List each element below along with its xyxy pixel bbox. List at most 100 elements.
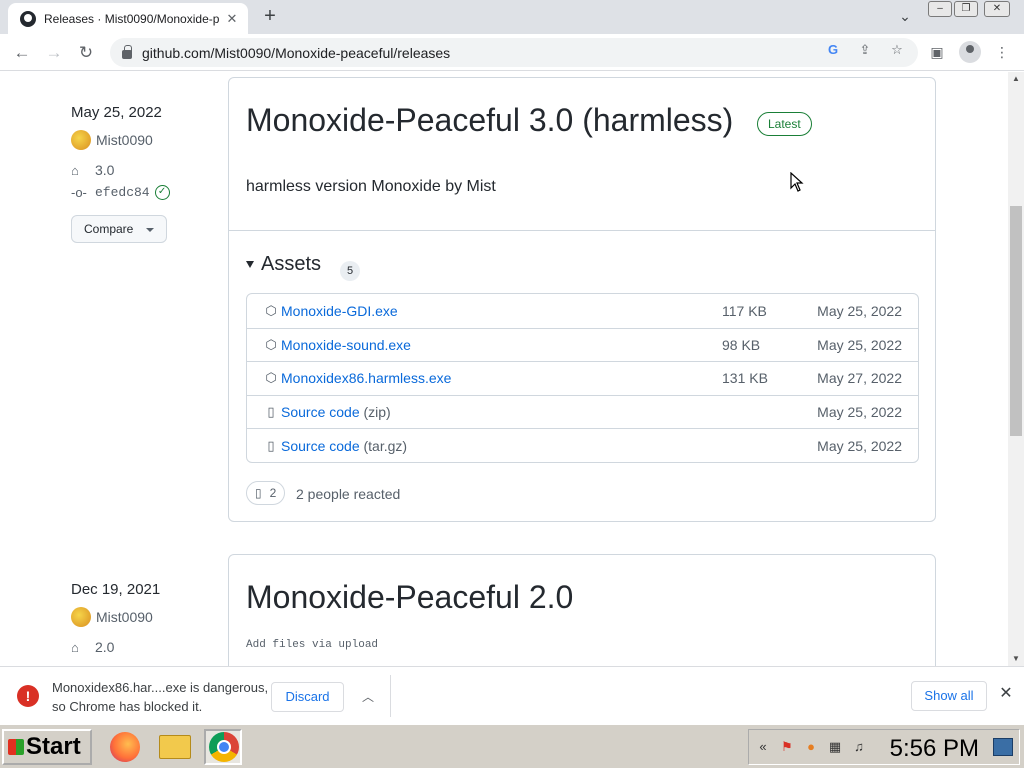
- download-bar: ! Monoxidex86.har....exe is dangerous, s…: [0, 666, 1024, 724]
- show-desktop-icon[interactable]: [993, 738, 1013, 756]
- package-icon: ⬡: [265, 336, 277, 352]
- asset-date: May 25, 2022: [817, 404, 902, 421]
- release-title[interactable]: Monoxide-Peaceful 2.0: [246, 579, 573, 616]
- assets-toggle[interactable]: Assets: [246, 253, 321, 276]
- compare-label: Compare: [84, 222, 134, 236]
- tag-icon: ⌂: [71, 163, 79, 178]
- forward-arrow-icon[interactable]: →: [41, 40, 67, 66]
- security-warning-icon[interactable]: ⚑: [777, 737, 797, 757]
- verified-check-icon: ✓: [154, 184, 170, 200]
- restore-window-button[interactable]: ❐: [954, 1, 978, 17]
- menu-kebab-icon[interactable]: ⋮: [992, 42, 1012, 62]
- close-window-button[interactable]: ✕: [984, 1, 1010, 17]
- url-text: github.com/Mist0090/Monoxide-peaceful/re…: [142, 44, 451, 61]
- download-warning-line1: Monoxidex86.har....exe is dangerous,: [52, 680, 269, 695]
- profile-avatar-icon[interactable]: [959, 41, 981, 63]
- reaction-count: 2: [269, 486, 277, 500]
- asset-row: ▯ Source code (tar.gz) May 25, 2022: [247, 428, 918, 462]
- release-date: Dec 19, 2021: [71, 581, 161, 598]
- taskbar: Start « ⚑ ● ▦ ♫ 5:56 PM: [0, 724, 1024, 768]
- author-name[interactable]: Mist0090: [96, 609, 153, 625]
- asset-link[interactable]: Source code (zip): [281, 404, 391, 420]
- lock-icon: [122, 45, 132, 59]
- package-icon: ⬡: [265, 302, 277, 318]
- reload-icon[interactable]: ↻: [73, 40, 99, 66]
- page-viewport: May 25, 2022 Mist0090 ⌂ 3.0 -o- efedc84 …: [0, 72, 1008, 666]
- network-icon[interactable]: ▦: [825, 737, 845, 757]
- asset-link[interactable]: Monoxidex86.harmless.exe: [281, 370, 451, 386]
- start-label: Start: [26, 733, 81, 760]
- assets-count-badge: 5: [340, 261, 360, 281]
- release-sidebar: May 25, 2022 Mist0090 ⌂ 3.0 -o- efedc84 …: [71, 104, 170, 203]
- scroll-up-icon[interactable]: ▲: [1008, 72, 1024, 86]
- page-scrollbar[interactable]: ▲ ▼: [1008, 72, 1024, 666]
- author-name[interactable]: Mist0090: [96, 132, 153, 148]
- warning-icon: !: [17, 685, 39, 707]
- scrollbar-thumb[interactable]: [1010, 206, 1022, 436]
- tag-icon: ⌂: [71, 640, 79, 655]
- bookmark-star-icon[interactable]: ☆: [888, 41, 906, 59]
- browser-tab[interactable]: Releases · Mist0090/Monoxide-p ✕: [8, 3, 248, 34]
- divider: [390, 675, 391, 717]
- share-icon[interactable]: ⇪: [856, 41, 874, 59]
- assets-list: ⬡ Monoxide-GDI.exe 117 KB May 25, 2022 ⬡…: [246, 293, 919, 463]
- avatar: [71, 130, 91, 150]
- google-translate-icon[interactable]: G: [824, 41, 842, 59]
- release-tag[interactable]: ⌂ 2.0: [71, 636, 160, 658]
- asset-size: 131 KB: [722, 370, 768, 387]
- asset-size: 98 KB: [722, 336, 761, 353]
- side-panel-icon[interactable]: ▣: [927, 42, 947, 62]
- asset-date: May 25, 2022: [817, 302, 902, 319]
- asset-size: 117 KB: [722, 302, 767, 319]
- chrome-taskbar-button[interactable]: [204, 729, 242, 765]
- avast-icon[interactable]: ●: [801, 737, 821, 757]
- show-all-button[interactable]: Show all: [911, 681, 987, 711]
- asset-link[interactable]: Source code (tar.gz): [281, 438, 407, 454]
- tag-name[interactable]: 2.0: [95, 639, 114, 655]
- explorer-taskbar-button[interactable]: [156, 729, 194, 765]
- start-button[interactable]: Start: [2, 729, 92, 765]
- release-author[interactable]: Mist0090: [71, 606, 160, 628]
- volume-icon[interactable]: ♫: [849, 737, 869, 757]
- triangle-down-icon: [246, 261, 254, 268]
- release-card: Monoxide-Peaceful 2.0 Add files via uplo…: [228, 554, 936, 666]
- tray-expand-icon[interactable]: «: [753, 737, 773, 757]
- close-tab-icon[interactable]: ✕: [224, 11, 240, 27]
- compare-button[interactable]: Compare: [71, 215, 167, 243]
- new-tab-button[interactable]: +: [258, 4, 282, 28]
- close-icon[interactable]: ✕: [996, 684, 1016, 704]
- chrome-icon: [209, 732, 239, 762]
- tab-strip: Releases · Mist0090/Monoxide-p ✕ + ⌄ – ❐…: [0, 0, 1024, 34]
- back-arrow-icon[interactable]: ←: [9, 40, 35, 66]
- package-icon: ⬡: [265, 370, 277, 386]
- download-warning-line2: so Chrome has blocked it.: [52, 699, 203, 714]
- commit-hash[interactable]: efedc84: [95, 185, 150, 200]
- scroll-down-icon[interactable]: ▼: [1008, 652, 1024, 666]
- asset-row: ⬡ Monoxide-sound.exe 98 KB May 25, 2022: [247, 327, 918, 362]
- asset-link[interactable]: Monoxide-GDI.exe: [281, 303, 398, 319]
- tag-name[interactable]: 3.0: [95, 162, 114, 178]
- release-title[interactable]: Monoxide-Peaceful 3.0 (harmless): [246, 102, 733, 139]
- release-commit[interactable]: -o- efedc84 ✓: [71, 181, 170, 203]
- avatar: [71, 607, 91, 627]
- tab-search-icon[interactable]: ⌄: [895, 6, 915, 26]
- tab-title: Releases · Mist0090/Monoxide-p: [44, 11, 220, 26]
- divider: [229, 230, 935, 231]
- release-tag[interactable]: ⌂ 3.0: [71, 159, 170, 181]
- reaction-button[interactable]: ▯ 2: [246, 481, 286, 505]
- discard-button[interactable]: Discard: [271, 682, 344, 712]
- asset-date: May 25, 2022: [817, 336, 902, 353]
- taskbar-clock[interactable]: 5:56 PM: [890, 735, 979, 763]
- release-author[interactable]: Mist0090: [71, 129, 170, 151]
- asset-link[interactable]: Monoxide-sound.exe: [281, 337, 411, 353]
- folder-icon: [159, 735, 191, 759]
- system-tray: « ⚑ ● ▦ ♫ 5:56 PM: [748, 729, 1020, 765]
- address-bar[interactable]: github.com/Mist0090/Monoxide-peaceful/re…: [110, 38, 918, 67]
- latest-badge: Latest: [757, 112, 812, 136]
- browser-toolbar: ← → ↻ github.com/Mist0090/Monoxide-peace…: [0, 34, 1024, 71]
- firefox-taskbar-button[interactable]: [106, 729, 144, 765]
- release-date: May 25, 2022: [71, 104, 162, 121]
- release-description: harmless version Monoxide by Mist: [246, 178, 496, 195]
- chevron-up-icon[interactable]: ︿: [358, 687, 378, 707]
- minimize-window-button[interactable]: –: [928, 1, 952, 17]
